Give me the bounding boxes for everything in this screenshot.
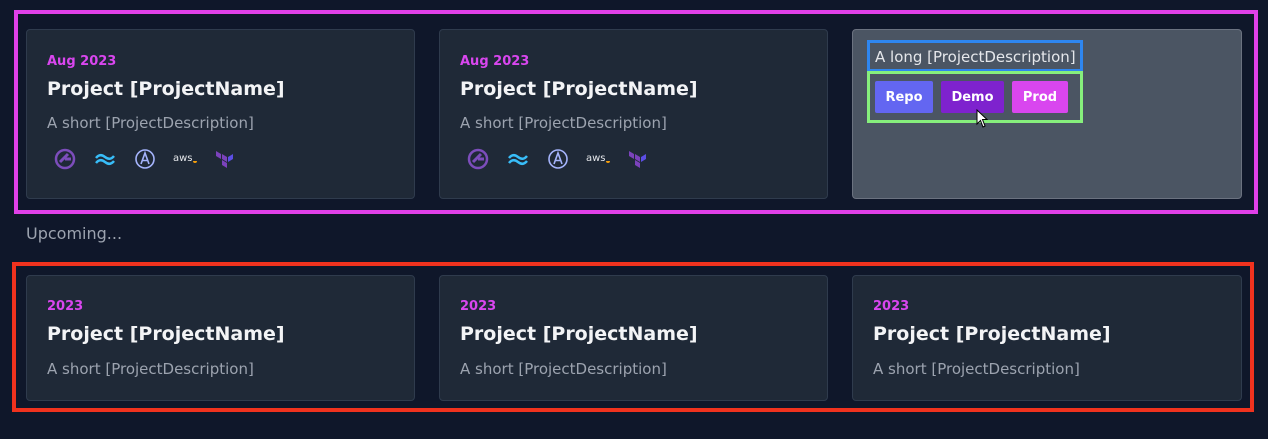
demo-button[interactable]: Demo <box>941 81 1004 113</box>
aws-icon: aws <box>173 148 197 170</box>
project-date: 2023 <box>873 299 910 314</box>
project-description: A short [ProjectDescription] <box>47 360 254 378</box>
project-card[interactable]: Aug 2023 Project [ProjectName] A short [… <box>26 29 415 199</box>
gatsby-icon <box>466 148 490 170</box>
mouse-cursor-icon <box>976 108 989 133</box>
terraform-icon <box>213 148 237 170</box>
project-date: Aug 2023 <box>47 54 117 69</box>
project-description: A short [ProjectDescription] <box>460 360 667 378</box>
project-date: 2023 <box>460 299 497 314</box>
long-description-text: A long [ProjectDescription] <box>875 48 1076 66</box>
project-date: Aug 2023 <box>460 54 530 69</box>
upcoming-project-card[interactable]: 2023 Project [ProjectName] A short [Proj… <box>852 275 1242 401</box>
repo-button[interactable]: Repo <box>875 81 933 113</box>
apollo-icon <box>546 148 570 170</box>
gatsby-icon <box>53 148 77 170</box>
project-description: A short [ProjectDescription] <box>47 114 254 132</box>
project-title: Project [ProjectName] <box>460 323 698 345</box>
project-description: A short [ProjectDescription] <box>460 114 667 132</box>
upcoming-project-card[interactable]: 2023 Project [ProjectName] A short [Proj… <box>439 275 828 401</box>
project-title: Project [ProjectName] <box>47 323 285 345</box>
project-date: 2023 <box>47 299 84 314</box>
project-description: A short [ProjectDescription] <box>873 360 1080 378</box>
aws-icon: aws <box>586 148 610 170</box>
project-title: Project [ProjectName] <box>47 78 285 100</box>
tech-stack: aws <box>466 148 666 170</box>
tailwind-icon <box>93 148 117 170</box>
prod-button[interactable]: Prod <box>1012 81 1068 113</box>
project-card-hovered[interactable]: A long [ProjectDescription] Repo Demo Pr… <box>852 29 1242 199</box>
tailwind-icon <box>506 148 530 170</box>
upcoming-heading: Upcoming... <box>26 224 123 243</box>
project-title: Project [ProjectName] <box>873 323 1111 345</box>
project-title: Project [ProjectName] <box>460 78 698 100</box>
project-card[interactable]: Aug 2023 Project [ProjectName] A short [… <box>439 29 828 199</box>
apollo-icon <box>133 148 157 170</box>
project-link-buttons: Repo Demo Prod <box>867 71 1083 123</box>
terraform-icon <box>626 148 650 170</box>
tech-stack: aws <box>53 148 253 170</box>
upcoming-project-card[interactable]: 2023 Project [ProjectName] A short [Proj… <box>26 275 415 401</box>
project-long-description: A long [ProjectDescription] <box>867 40 1083 72</box>
